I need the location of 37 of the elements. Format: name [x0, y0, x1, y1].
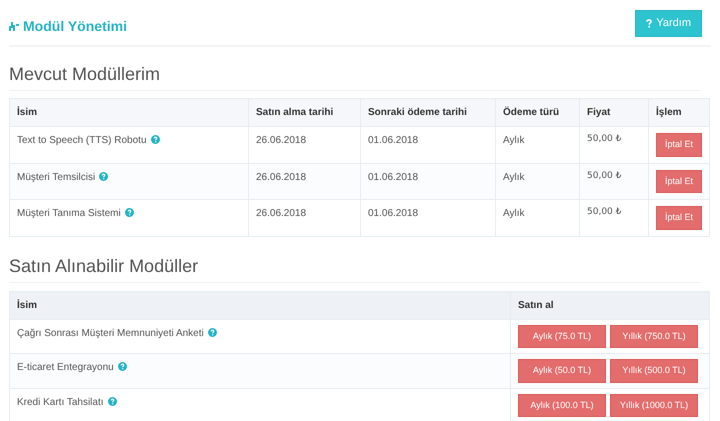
yearly-buy-button[interactable]: Yıllık (750.0 TL)	[610, 324, 698, 348]
help-icon[interactable]	[99, 172, 108, 180]
section-title: Mevcut Modüllerim	[9, 61, 701, 91]
page-title: Modül Yönetimi	[23, 17, 127, 36]
monthly-buy-button[interactable]: Aylık (75.0 TL)	[518, 324, 606, 348]
table-cell: Aylık	[496, 126, 580, 163]
column-header: Sonraki ödeme tarihi	[360, 98, 496, 126]
table-cell: Müşteri Tanıma Sistemi	[10, 200, 248, 236]
column-header: İsim	[10, 291, 510, 319]
table-cell: 01.06.2018	[360, 126, 496, 163]
table-cell: 50,00 ₺	[580, 200, 648, 236]
question-mark-icon	[646, 19, 652, 28]
cancel-button[interactable]: İptal Et	[656, 206, 702, 230]
table-cell: E-ticaret Entegrayonu	[10, 354, 510, 388]
table-cell: Kredi Kartı Tahsilatı	[10, 388, 510, 421]
help-icon[interactable]	[108, 396, 117, 406]
table-cell: 50,00 ₺	[580, 126, 648, 163]
yearly-buy-button[interactable]: Yıllık (1000.0 TL)	[610, 394, 698, 417]
monthly-buy-button[interactable]: Aylık (50.0 TL)	[518, 359, 606, 382]
help-icon[interactable]	[208, 328, 217, 336]
column-header: Satın alma tarihi	[248, 98, 360, 126]
help-icon[interactable]	[118, 362, 127, 371]
cancel-button[interactable]: İptal Et	[656, 133, 702, 156]
table-cell: Aylık	[496, 200, 580, 236]
column-header: İsim	[10, 98, 248, 126]
help-button[interactable]: Yardım	[635, 10, 702, 37]
table-cell: 01.06.2018	[360, 200, 496, 236]
monthly-buy-button[interactable]: Aylık (100.0 TL)	[518, 394, 606, 417]
section-title: Satın Alınabilir Modüller	[9, 252, 701, 282]
table-cell: 26.06.2018	[248, 200, 360, 236]
table-cell: Text to Speech (TTS) Robotu	[10, 126, 248, 163]
table-cell: 26.06.2018	[248, 126, 360, 163]
help-icon[interactable]	[150, 135, 160, 144]
help-icon[interactable]	[124, 208, 134, 217]
yearly-buy-button[interactable]: Yıllık (500.0 TL)	[610, 359, 698, 382]
cancel-button[interactable]: İptal Et	[656, 170, 702, 193]
column-header: Satın al	[510, 291, 710, 319]
